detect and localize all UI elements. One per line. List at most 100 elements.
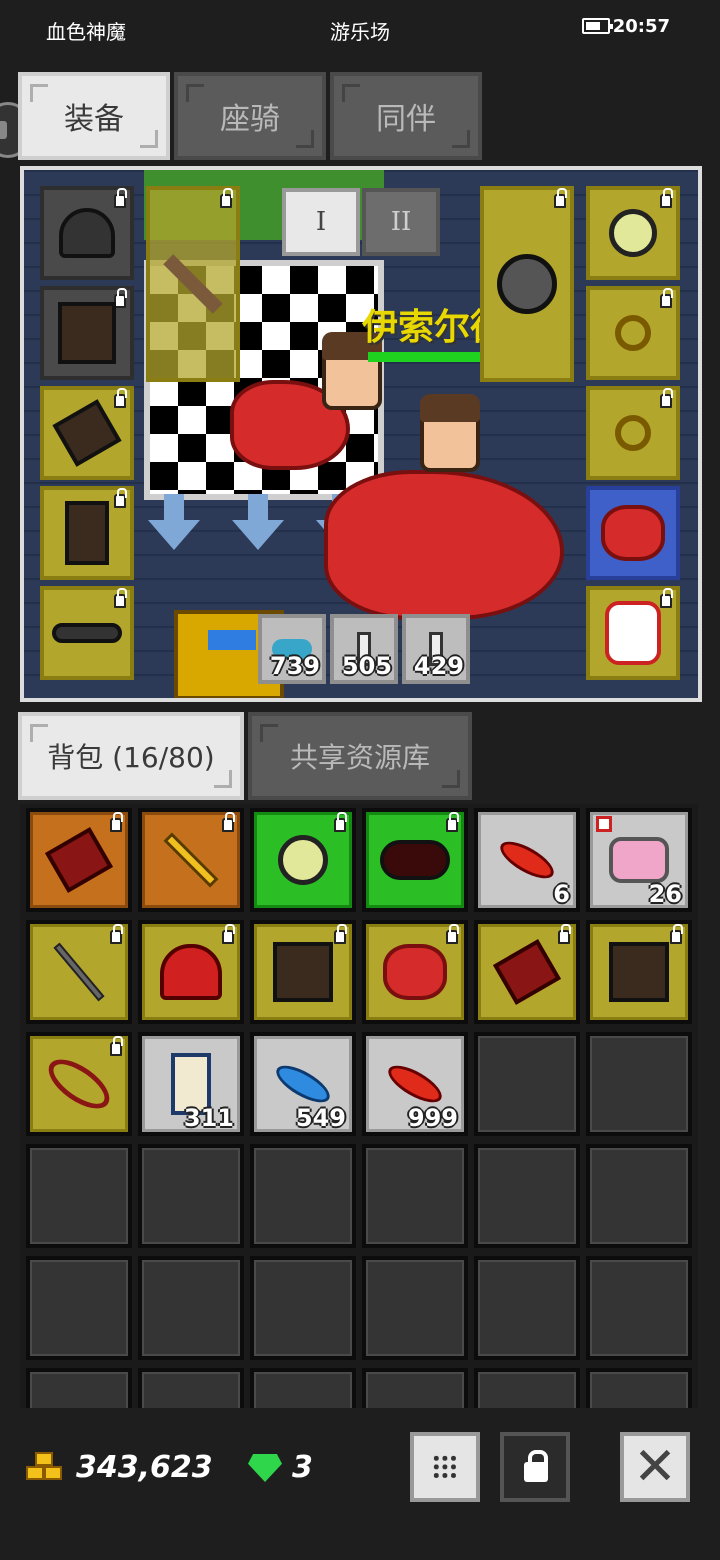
inventory-slot[interactable] (138, 920, 244, 1024)
inventory-slot-empty[interactable] (138, 1368, 244, 1408)
belt-slot[interactable] (40, 586, 134, 680)
blue-feather-icon (271, 1058, 335, 1110)
pet-slot[interactable] (586, 586, 680, 680)
sword-icon (163, 832, 219, 888)
shield-icon (497, 254, 557, 314)
tab-backpack-label: 背包 (16/80) (47, 741, 215, 774)
lock-icon (670, 924, 683, 944)
lock-icon (222, 812, 235, 832)
offhand-slot[interactable] (480, 186, 574, 382)
inventory-slot[interactable] (26, 920, 132, 1024)
lock-icon (446, 924, 459, 944)
cake-icon (609, 837, 669, 883)
inventory-slot[interactable] (474, 920, 580, 1024)
helmet-slot[interactable] (40, 186, 134, 280)
inventory-slot-empty[interactable] (586, 1256, 692, 1360)
mount-slot[interactable] (586, 486, 680, 580)
tab-equipment-label: 装备 (64, 102, 124, 137)
inventory-slot[interactable] (362, 920, 468, 1024)
item-count: 26 (648, 880, 682, 908)
inventory-slot[interactable]: 999 (362, 1032, 468, 1136)
inventory-slot[interactable] (138, 808, 244, 912)
inventory-slot[interactable] (586, 920, 692, 1024)
inventory-slot-empty[interactable] (586, 1368, 692, 1408)
axe-icon (163, 254, 223, 314)
ring-slot-2[interactable] (586, 386, 680, 480)
lock-icon (660, 588, 673, 608)
inventory-slot-empty[interactable] (138, 1256, 244, 1360)
inventory-slot[interactable] (26, 808, 132, 912)
consumable-count: 505 (341, 652, 392, 680)
lock-mode-button[interactable] (500, 1432, 570, 1502)
equipment-scene: 伊索尔德 I II 739 505 429 (20, 166, 702, 702)
inventory-slot[interactable] (26, 1032, 132, 1136)
inventory-slot-empty[interactable] (362, 1256, 468, 1360)
bow-icon (40, 1049, 118, 1119)
inventory-slot[interactable]: 549 (250, 1032, 356, 1136)
inventory-slot[interactable]: 26 (586, 808, 692, 912)
sort-grid-button[interactable] (410, 1432, 480, 1502)
necklace-icon (278, 835, 328, 885)
ring-icon (615, 315, 651, 351)
inventory-slot-empty[interactable] (26, 1368, 132, 1408)
necklace-icon (609, 209, 657, 257)
tab-shared-storage[interactable]: 共享资源库 (248, 712, 472, 800)
armor-icon (58, 302, 116, 364)
armor-icon (273, 942, 333, 1002)
necklace-slot[interactable] (586, 186, 680, 280)
chest-armor-slot[interactable] (40, 286, 134, 380)
inventory-slot[interactable] (362, 808, 468, 912)
consumable-slot-3[interactable]: 429 (402, 614, 470, 684)
consumable-slot-2[interactable]: 505 (330, 614, 398, 684)
lock-icon (110, 924, 123, 944)
inventory-slot-empty[interactable] (362, 1368, 468, 1408)
inventory-slot-empty[interactable] (474, 1368, 580, 1408)
item-count: 6 (553, 880, 570, 908)
lock-icon (222, 924, 235, 944)
close-button[interactable]: ✕ (620, 1432, 690, 1502)
gold-coins-icon (26, 1450, 66, 1484)
boots-slot[interactable] (40, 486, 134, 580)
glove-icon (44, 827, 114, 893)
red-feather-icon (383, 1058, 447, 1110)
battery-icon (582, 18, 613, 34)
gloves-slot[interactable] (40, 386, 134, 480)
inventory-slot[interactable] (250, 920, 356, 1024)
inventory-slot-empty[interactable] (474, 1144, 580, 1248)
inventory-slot-empty[interactable] (250, 1144, 356, 1248)
clock: 20:57 (612, 16, 670, 37)
consumable-count: 739 (269, 652, 320, 680)
consumable-slot-1[interactable]: 739 (258, 614, 326, 684)
inventory-slot-empty[interactable] (362, 1144, 468, 1248)
inventory-slot-empty[interactable] (26, 1144, 132, 1248)
consumable-count: 429 (413, 652, 464, 680)
inventory-slot-empty[interactable] (26, 1256, 132, 1360)
tab-backpack[interactable]: 背包 (16/80) (18, 712, 244, 800)
status-bar: 血色神魔 游乐场 20:57 (0, 0, 720, 58)
hero-sprite-front (420, 394, 480, 472)
inventory-slot[interactable]: 6 (474, 808, 580, 912)
inventory-slot-empty[interactable] (250, 1368, 356, 1408)
lock-icon (110, 812, 123, 832)
weapon-slot[interactable] (146, 186, 240, 382)
item-count: 311 (183, 1104, 234, 1132)
tab-equipment[interactable]: 装备 (18, 72, 170, 160)
tab-mount-label: 座骑 (220, 102, 280, 137)
loadout-button-2[interactable]: II (362, 188, 440, 256)
glove-icon (52, 399, 122, 467)
tab-mount[interactable]: 座骑 (174, 72, 326, 160)
inventory-slot-empty[interactable] (586, 1144, 692, 1248)
arrow-down-icon (232, 494, 284, 550)
inventory-slot-empty[interactable] (474, 1256, 580, 1360)
inventory-slot-empty[interactable] (138, 1144, 244, 1248)
new-badge-icon (596, 816, 612, 832)
inventory-slot-empty[interactable] (586, 1032, 692, 1136)
loadout-button-1[interactable]: I (282, 188, 360, 256)
inventory-slot-empty[interactable] (250, 1256, 356, 1360)
inventory-grid: 6 26 311 549 999 (20, 804, 698, 1408)
ring-slot-1[interactable] (586, 286, 680, 380)
inventory-slot[interactable]: 311 (138, 1032, 244, 1136)
inventory-slot[interactable] (250, 808, 356, 912)
tab-companion[interactable]: 同伴 (330, 72, 482, 160)
inventory-slot-empty[interactable] (474, 1032, 580, 1136)
